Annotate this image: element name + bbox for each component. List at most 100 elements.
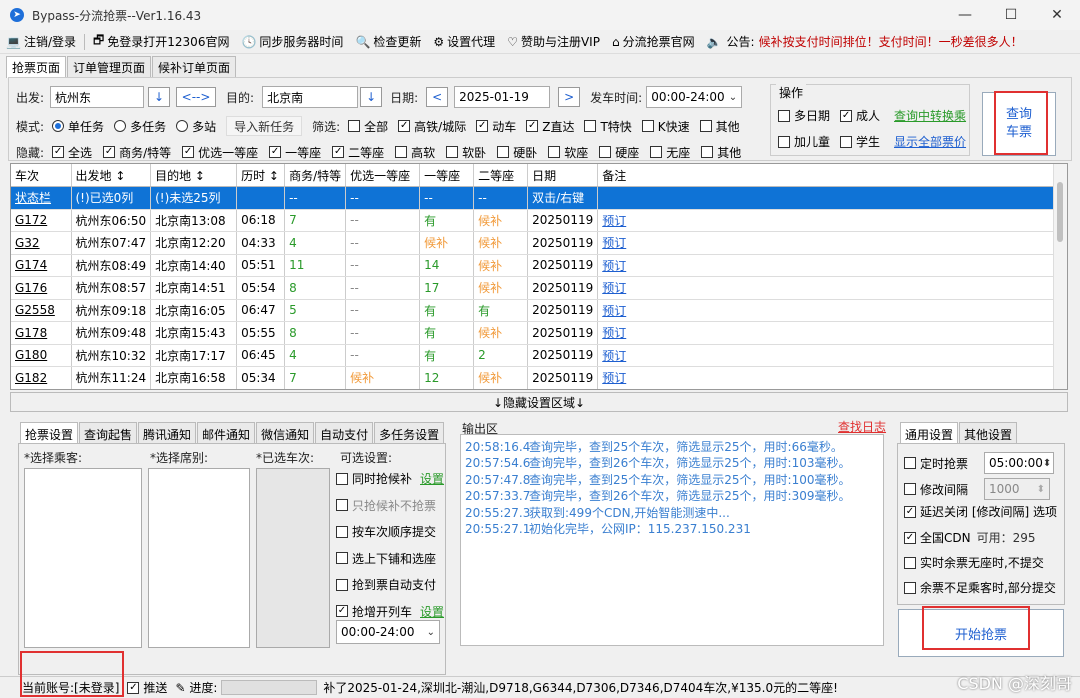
spinner-icon[interactable]: ⬍ (1043, 458, 1051, 469)
filter-checkbox-2[interactable]: ✓ 动车 (476, 118, 516, 135)
table-scrollbar[interactable] (1053, 164, 1067, 389)
menu-item-2[interactable]: 🕓 同步服务器时间 (235, 33, 349, 50)
table-cell[interactable]: G182 (11, 366, 72, 389)
query-tickets-button[interactable]: 查询 车票 (982, 92, 1056, 156)
mode-radio-1[interactable]: 多任务 (114, 118, 166, 135)
table-row[interactable]: G32 杭州东07:47 北京南12:20 04:33 4 -- 候补 候补 20250119 预… (11, 231, 1065, 255)
column-header-8[interactable]: 日期 (527, 164, 599, 187)
interval-checkbox[interactable]: 修改间隔 (904, 481, 968, 498)
scroll-thumb[interactable] (1057, 182, 1063, 242)
table-cell[interactable]: G172 (11, 209, 72, 232)
from-station-input[interactable]: 杭州东 (50, 86, 145, 108)
menu-item-6[interactable]: ⌂ 分流抢票官网 (606, 33, 701, 50)
depart-time-select[interactable]: 00:00-24:00 ⌄ (646, 86, 743, 108)
date-input[interactable]: 2025-01-19 (454, 86, 551, 108)
to-dropdown-button[interactable]: ↓ (360, 87, 383, 107)
optional-checkbox-1[interactable]: 只抢候补不抢票 (336, 497, 436, 514)
menu-item-5[interactable]: ♡ 赞助与注册VIP (501, 33, 606, 50)
import-task-button[interactable]: 导入新任务 (226, 116, 303, 136)
book-link[interactable]: 预订 (597, 254, 1065, 277)
filter-checkbox-5[interactable]: K快速 (641, 118, 690, 135)
delay-close-checkbox[interactable]: ✓ 延迟关闭 [修改间隔] 选项 (904, 503, 1057, 520)
table-cell[interactable]: G174 (11, 254, 72, 277)
close-button[interactable]: ✕ (1034, 0, 1080, 30)
student-checkbox[interactable]: 学生 (840, 133, 880, 150)
table-cell[interactable]: G176 (11, 276, 72, 300)
table-cell[interactable]: G32 (11, 231, 72, 255)
child-checkbox[interactable]: 加儿童 (778, 133, 830, 150)
table-row[interactable]: G174 杭州东08:49 北京南14:40 05:51 11 -- 14 候补 2025011… (11, 254, 1065, 277)
menu-item-3[interactable]: 🔍 检查更新 (349, 33, 427, 50)
tab-order-management[interactable]: 订单管理页面 (67, 56, 152, 78)
swap-stations-button[interactable]: <--> (176, 87, 217, 107)
optional-settings-link-5[interactable]: 设置 (420, 603, 444, 620)
optional-checkbox-5[interactable]: ✓ 抢增开列车 设置 (336, 603, 444, 620)
view-log-link[interactable]: 查找日志 (838, 418, 886, 435)
tab-grab-tickets[interactable]: 抢票页面 (6, 56, 67, 78)
table-cell[interactable]: G180 (11, 344, 72, 367)
optional-checkbox-3[interactable]: 选上下铺和选座 (336, 550, 436, 567)
seat-class-list[interactable] (148, 468, 250, 648)
hide-checkbox-3[interactable]: ✓ 一等座 (269, 144, 321, 161)
table-row[interactable]: G180 杭州东10:32 北京南17:17 06:45 4 -- 有 2 20250119 预订 (11, 344, 1065, 367)
book-link[interactable]: 预订 (597, 209, 1065, 232)
to-station-input[interactable]: 北京南 (262, 86, 359, 108)
hide-checkbox-1[interactable]: ✓ 商务/特等 (103, 144, 171, 161)
book-link[interactable]: 预订 (597, 276, 1065, 300)
selected-trains-list[interactable] (256, 468, 330, 648)
toggle-settings-area-button[interactable]: ↓隐藏设置区域↓ (10, 392, 1068, 412)
filter-checkbox-1[interactable]: ✓ 高铁/城际 (398, 118, 466, 135)
column-header-1[interactable]: 出发地 ↕ (71, 164, 152, 187)
hide-checkbox-0[interactable]: ✓ 全选 (52, 144, 92, 161)
maximize-button[interactable]: ☐ (988, 0, 1034, 30)
table-row[interactable]: G2558 杭州东09:18 北京南16:05 06:47 5 -- 有有 20250119 预… (11, 299, 1065, 322)
start-grab-button[interactable]: 开始抢票 (898, 609, 1064, 657)
column-header-3[interactable]: 历时 ↕ (236, 164, 286, 187)
status-row[interactable]: 状态栏 (!)已选0列 (!)未选25列 -- -- -- -- 双击/右键 (11, 186, 1065, 210)
optional-checkbox-0[interactable]: 同时抢候补 设置 (336, 470, 444, 487)
interval-input[interactable]: 1000 ⬍ (984, 478, 1051, 500)
column-header-5[interactable]: 优选一等座 (345, 164, 421, 187)
column-header-0[interactable]: 车次 (11, 164, 72, 187)
push-checkbox[interactable]: ✓ 推送 (123, 679, 171, 696)
hide-checkbox-8[interactable]: 软座 (548, 144, 588, 161)
hide-checkbox-11[interactable]: 其他 (701, 144, 741, 161)
transfer-query-link[interactable]: 查询中转换乘 (894, 107, 966, 124)
prev-date-button[interactable]: < (426, 87, 449, 107)
tab-waitlist-orders[interactable]: 候补订单页面 (152, 56, 237, 78)
menu-item-0[interactable]: 💻 注销/登录 (0, 33, 82, 50)
cdn-checkbox[interactable]: ✓ 全国CDN (904, 529, 971, 546)
filter-checkbox-4[interactable]: T特快 (584, 118, 632, 135)
table-row[interactable]: G172 杭州东06:50 北京南13:08 06:18 7 -- 有候补 20250119 预… (11, 209, 1065, 232)
table-cell[interactable]: G178 (11, 321, 72, 345)
optional-checkbox-2[interactable]: 按车次顺序提交 (336, 523, 436, 540)
hide-checkbox-9[interactable]: 硬座 (599, 144, 639, 161)
mode-radio-0[interactable]: 单任务 (52, 118, 104, 135)
menu-item-1[interactable]: 🗗 免登录打开12306官网 (87, 31, 235, 52)
all-fares-link[interactable]: 显示全部票价 (894, 133, 966, 150)
column-header-6[interactable]: 一等座 (419, 164, 475, 187)
book-link[interactable]: 预订 (597, 366, 1065, 389)
minimize-button[interactable]: — (942, 0, 988, 30)
book-link[interactable]: 预订 (597, 344, 1065, 367)
hide-checkbox-2[interactable]: ✓ 优选一等座 (182, 144, 258, 161)
filter-checkbox-6[interactable]: 其他 (699, 118, 740, 135)
book-link[interactable]: 预订 (597, 299, 1065, 322)
table-cell[interactable]: G2558 (11, 299, 72, 322)
filter-checkbox-0[interactable]: 全部 (348, 118, 388, 135)
passenger-list[interactable] (24, 468, 142, 648)
hide-checkbox-10[interactable]: 无座 (650, 144, 690, 161)
spinner-icon[interactable]: ⬍ (1037, 484, 1045, 495)
partial-checkbox[interactable]: 余票不足乘客时,部分提交 (904, 579, 1056, 596)
column-header-7[interactable]: 二等座 (473, 164, 529, 187)
grab-time-select[interactable]: 00:00-24:00 ⌄ (336, 620, 440, 644)
book-link[interactable]: 预订 (597, 231, 1065, 255)
menu-item-4[interactable]: ⚙ 设置代理 (427, 33, 501, 50)
adult-checkbox[interactable]: ✓ 成人 (840, 107, 880, 124)
column-header-2[interactable]: 目的地 ↕ (150, 164, 238, 187)
next-date-button[interactable]: > (558, 87, 581, 107)
timed-grab-time-input[interactable]: 05:00:00 ⬍ (984, 452, 1055, 474)
hide-checkbox-7[interactable]: 硬卧 (497, 144, 537, 161)
mode-radio-2[interactable]: 多站 (176, 118, 216, 135)
column-header-4[interactable]: 商务/特等 (284, 164, 347, 187)
